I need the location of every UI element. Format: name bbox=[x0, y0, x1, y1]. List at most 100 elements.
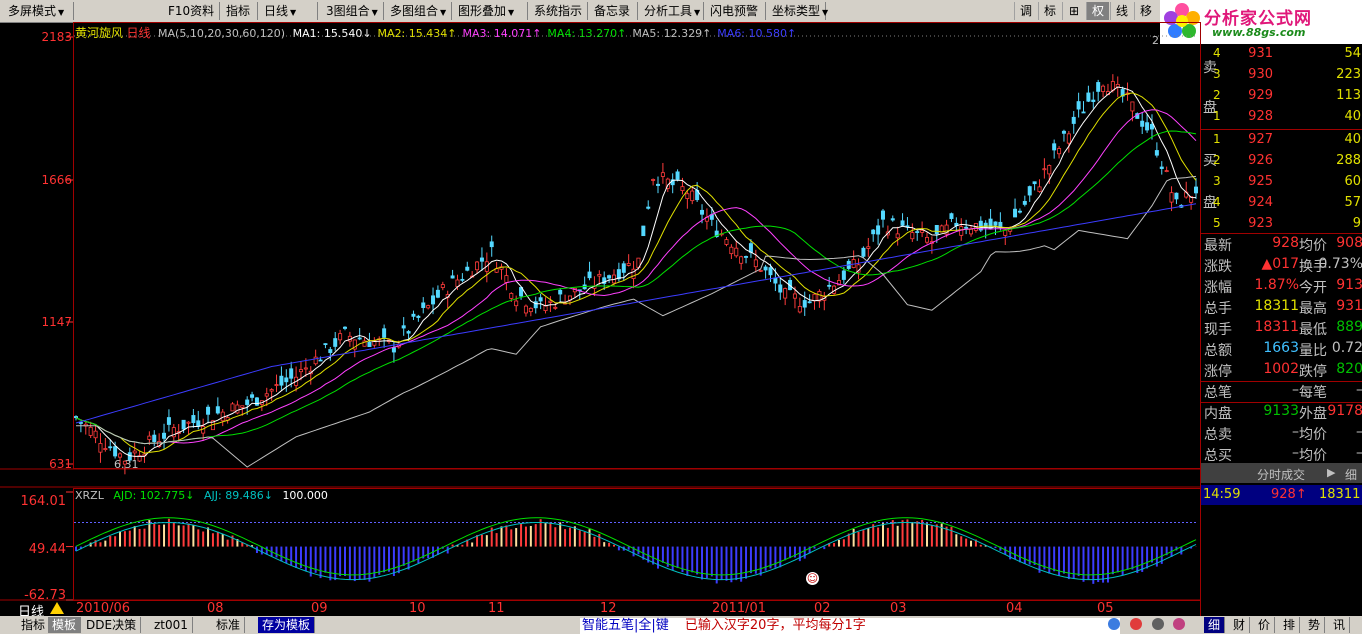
level-price: 923 bbox=[1248, 216, 1273, 231]
buy-level-row[interactable]: 4 924 57 bbox=[1201, 193, 1362, 213]
level-number: 4 bbox=[1213, 195, 1221, 209]
tick-panel-header[interactable]: 分时成交 ▶ 细 bbox=[1201, 463, 1362, 483]
toolbar-button-2[interactable]: 指标 bbox=[222, 2, 258, 20]
stat-label: 涨停 bbox=[1204, 364, 1232, 380]
toolbar-button-0[interactable]: 多屏模式 ▼ bbox=[4, 2, 74, 20]
level-number: 3 bbox=[1213, 174, 1221, 188]
bottom-tab-1[interactable]: 模板 bbox=[48, 617, 82, 633]
ma-line-arrow: ↑ bbox=[702, 27, 712, 40]
stat-value: – bbox=[1356, 382, 1362, 398]
price-y-label-top: 2183 bbox=[41, 30, 72, 44]
tray-globe-icon[interactable] bbox=[1108, 618, 1120, 630]
toolbar-right-button-3[interactable]: 权 bbox=[1086, 2, 1109, 20]
tick-expand-icon[interactable]: ▶ bbox=[1327, 466, 1335, 479]
toolbar-right-button-0[interactable]: 调 bbox=[1014, 2, 1037, 20]
indicator-level: 100.000 bbox=[282, 489, 328, 502]
quote-panel: 卖 盘 买 盘 4 931 54 3 930 223 2 929 113 1 928 40 1 927 4… bbox=[1200, 44, 1362, 618]
sell-level-row[interactable]: 3 930 223 bbox=[1201, 65, 1362, 85]
stat-value: 820 bbox=[1336, 361, 1362, 377]
indicator-ajd-arrow: ↓ bbox=[185, 489, 195, 502]
right-bottom-tab-3[interactable]: 排 bbox=[1279, 617, 1301, 633]
bottom-tab-3[interactable]: zt001 bbox=[150, 617, 193, 633]
toolbar-right-button-2[interactable]: ⊞ bbox=[1062, 2, 1085, 20]
bottom-tab-5[interactable]: 存为模板 bbox=[258, 617, 316, 633]
indicator-chart-frame[interactable] bbox=[73, 488, 1201, 601]
right-bottom-tab-1[interactable]: 财 bbox=[1229, 617, 1251, 633]
bottom-tab-4[interactable]: 标准 bbox=[212, 617, 246, 633]
toolbar-button-10[interactable]: 闪电预警 bbox=[706, 2, 766, 20]
level-volume: 223 bbox=[1336, 67, 1361, 82]
toolbar-right-button-1[interactable]: 标 bbox=[1038, 2, 1061, 20]
stat-label: 总卖 bbox=[1204, 427, 1232, 443]
right-bottom-tab-2[interactable]: 价 bbox=[1254, 617, 1276, 633]
quote-stat-row: 总额 1663 量比 0.72 bbox=[1201, 339, 1362, 360]
toolbar-button-11[interactable]: 坐标类型 ▼ bbox=[768, 2, 828, 20]
toolbar-button-1[interactable]: F10资料 bbox=[164, 2, 220, 20]
toolbar-button-4[interactable]: 3图组合 ▼ bbox=[322, 2, 384, 20]
right-bottom-tab-5[interactable]: 讯 bbox=[1329, 617, 1351, 633]
period-indicator[interactable]: 日线 bbox=[0, 602, 72, 620]
level-number: 1 bbox=[1213, 132, 1221, 146]
x-axis-label: 05 bbox=[1097, 601, 1114, 616]
quote-stat-row: 涨跌 ▲017 换手 0.73% bbox=[1201, 255, 1362, 276]
right-bottom-tab-0[interactable]: 细 bbox=[1204, 617, 1226, 633]
stat-label: 涨幅 bbox=[1204, 280, 1232, 296]
chart-period: 日线 bbox=[126, 26, 151, 40]
stat-value: 0.72 bbox=[1331, 340, 1362, 356]
sell-level-row[interactable]: 1 928 40 bbox=[1201, 107, 1362, 127]
toolbar-button-label: 闪电预警 bbox=[710, 4, 759, 18]
toolbar-button-label: 分析工具 bbox=[644, 4, 693, 18]
tray-settings-icon[interactable] bbox=[1151, 618, 1164, 630]
toolbar-button-label: 图形叠加 bbox=[458, 4, 507, 18]
level-volume: 40 bbox=[1344, 109, 1361, 124]
stat-value: – bbox=[1292, 445, 1299, 461]
toolbar-button-8[interactable]: 备忘录 bbox=[590, 2, 638, 20]
stat-value: ▲017 bbox=[1261, 256, 1300, 272]
price-y-label-2: 1666 bbox=[41, 173, 72, 187]
toolbar-button-9[interactable]: 分析工具 ▼ bbox=[640, 2, 704, 20]
stat-value: 931 bbox=[1336, 298, 1362, 314]
tick-detail-button[interactable]: 细 bbox=[1345, 466, 1357, 483]
toolbar-right-button-5[interactable]: 移 bbox=[1134, 2, 1157, 20]
toolbar-button-3[interactable]: 日线 ▼ bbox=[260, 2, 318, 20]
right-bottom-tab-4[interactable]: 势 bbox=[1304, 617, 1326, 633]
tray-record-icon[interactable] bbox=[1129, 618, 1142, 630]
stat-value: 1.87% bbox=[1254, 277, 1299, 293]
sell-level-row[interactable]: 4 931 54 bbox=[1201, 44, 1362, 64]
toolbar-button-6[interactable]: 图形叠加 ▼ bbox=[454, 2, 528, 20]
toolbar-button-5[interactable]: 多图组合 ▼ bbox=[386, 2, 452, 20]
sell-level-row[interactable]: 2 929 113 bbox=[1201, 86, 1362, 106]
level-number: 2 bbox=[1213, 88, 1221, 102]
quote-stat-row: 最新 928 均价 908 bbox=[1201, 234, 1362, 255]
stat-value: 1002 bbox=[1263, 361, 1299, 377]
toolbar-right-button-4[interactable]: 线 bbox=[1110, 2, 1133, 20]
dropdown-arrow-icon: ▼ bbox=[694, 8, 701, 17]
indicator-legend: XRZL AJD: 102.775↓ AJJ: 89.486↓ 100.000 bbox=[75, 489, 328, 502]
x-axis-label: 11 bbox=[488, 601, 505, 616]
bottom-tab-2[interactable]: DDE决策 bbox=[82, 617, 142, 633]
quote-stat-row: 总买–均价– bbox=[1201, 444, 1362, 465]
stat-label: 外盘 bbox=[1299, 406, 1327, 422]
x-axis-label: 12 bbox=[600, 601, 617, 616]
buy-level-row[interactable]: 3 925 60 bbox=[1201, 172, 1362, 192]
stat-value: 928 bbox=[1272, 235, 1299, 251]
toolbar-button-7[interactable]: 系统指示 bbox=[530, 2, 588, 20]
main-toolbar: 多屏模式 ▼ F10资料 指标 日线 ▼ 3图组合 ▼ 多图组合 ▼ 图形叠加 ▼ 系统指示 备忘录 分析工… bbox=[0, 0, 1362, 23]
tick-volume: 18311 bbox=[1319, 487, 1361, 502]
x-axis-label: 2010/06 bbox=[76, 601, 131, 616]
buy-level-row[interactable]: 2 926 288 bbox=[1201, 151, 1362, 171]
buy-level-row[interactable]: 5 923 9 bbox=[1201, 214, 1362, 234]
price-chart-frame[interactable] bbox=[73, 22, 1201, 469]
quote-stat-row: 总手 18311 最高 931 bbox=[1201, 297, 1362, 318]
stat-value: 0.73% bbox=[1318, 256, 1362, 272]
tray-help-icon[interactable] bbox=[1173, 618, 1186, 630]
stat-label: 总额 bbox=[1204, 343, 1232, 359]
buy-level-row[interactable]: 1 927 40 bbox=[1201, 130, 1362, 150]
ime-bar: 智能五笔|全|键 已输入汉字20字，平均每分1字 bbox=[580, 618, 1120, 634]
level-volume: 40 bbox=[1344, 132, 1361, 147]
indicator-ajj-arrow: ↓ bbox=[263, 489, 273, 502]
stat-label: 每笔 bbox=[1299, 385, 1327, 401]
indicator-y-label-mid: 49.44 bbox=[28, 542, 66, 557]
toolbar-button-label: F10资料 bbox=[168, 4, 215, 18]
bottom-tab-0[interactable]: 指标 bbox=[17, 617, 51, 633]
